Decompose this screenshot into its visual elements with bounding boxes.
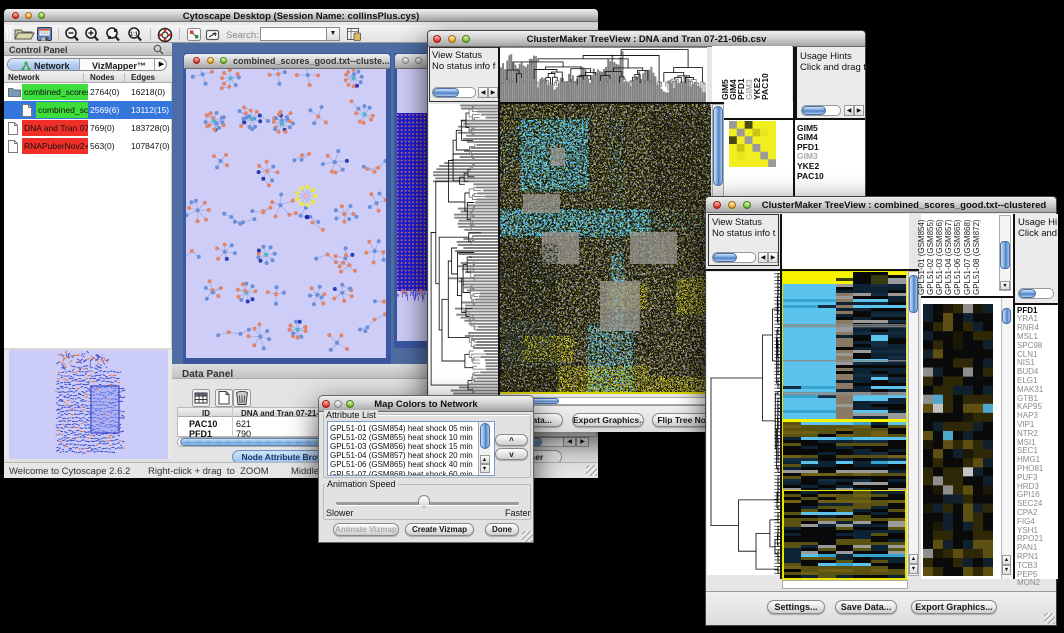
svg-text:1:1: 1:1 [130, 31, 138, 37]
